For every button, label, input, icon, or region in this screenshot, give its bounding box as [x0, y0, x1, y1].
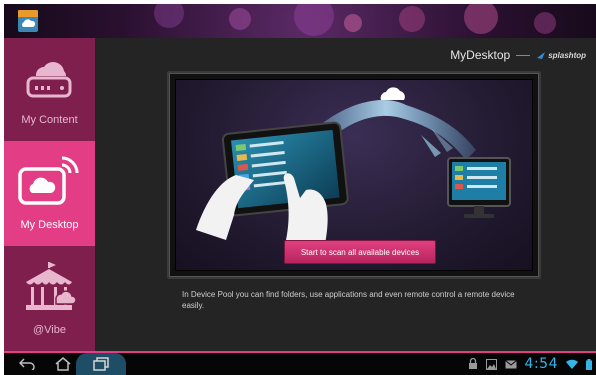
status-clock: 4:54	[524, 356, 558, 372]
mail-icon	[504, 359, 517, 368]
mydesktop-app-icon[interactable]	[16, 8, 40, 34]
image-icon	[485, 358, 497, 370]
recent-apps-icon	[93, 357, 109, 371]
page-title: MyDesktop	[450, 48, 511, 62]
splashtop-logo: splashtop	[536, 50, 586, 60]
back-button[interactable]	[14, 355, 40, 373]
top-banner	[4, 4, 596, 38]
bokeh-light	[294, 4, 334, 36]
cloud-drive-icon	[26, 62, 72, 98]
wifi-icon	[566, 359, 578, 369]
splashtop-logo-icon	[537, 52, 546, 59]
sidebar-item-my-desktop[interactable]: My Desktop	[4, 141, 95, 246]
lock-icon	[468, 358, 477, 369]
brand-header: MyDesktop splashtop	[450, 46, 586, 64]
battery-icon	[586, 358, 592, 370]
home-icon	[55, 357, 71, 371]
sidebar-item-label: My Desktop	[20, 219, 79, 231]
main-panel: MyDesktop splashtop Start to scan all av…	[95, 38, 596, 351]
sidebar-item-label: @Vibe	[33, 324, 66, 336]
carousel-icon	[26, 262, 76, 310]
scan-devices-button[interactable]: Start to scan all available devices	[284, 240, 436, 264]
illustration-screen: Start to scan all available devices	[175, 79, 533, 271]
system-navbar: 4:54	[4, 353, 596, 375]
bokeh-light	[229, 8, 251, 30]
sidebar-item-label: My Content	[21, 114, 78, 126]
status-area: 4:54	[468, 355, 592, 373]
cloud-screen-icon	[18, 156, 79, 205]
sidebar: My Content My Desktop @Vibe	[4, 38, 95, 351]
bokeh-light	[464, 4, 498, 34]
cloud-icon	[380, 87, 405, 100]
bokeh-light	[154, 4, 184, 28]
sidebar-item-my-content[interactable]: My Content	[4, 38, 95, 141]
home-button[interactable]	[50, 355, 76, 373]
sidebar-item-vibe[interactable]: @Vibe	[4, 246, 95, 351]
bokeh-light	[534, 12, 556, 34]
illustration-frame: Start to scan all available devices	[167, 71, 541, 279]
splashtop-logo-text: splashtop	[548, 50, 586, 60]
app-window: My Content My Desktop @Vibe MyDesktop sp…	[4, 4, 596, 375]
device-pool-description: In Device Pool you can find folders, use…	[182, 290, 515, 310]
back-icon	[19, 358, 35, 370]
bokeh-light	[399, 6, 425, 32]
recent-apps-button[interactable]	[88, 355, 114, 373]
brand-divider	[516, 54, 531, 56]
bokeh-light	[344, 14, 362, 32]
